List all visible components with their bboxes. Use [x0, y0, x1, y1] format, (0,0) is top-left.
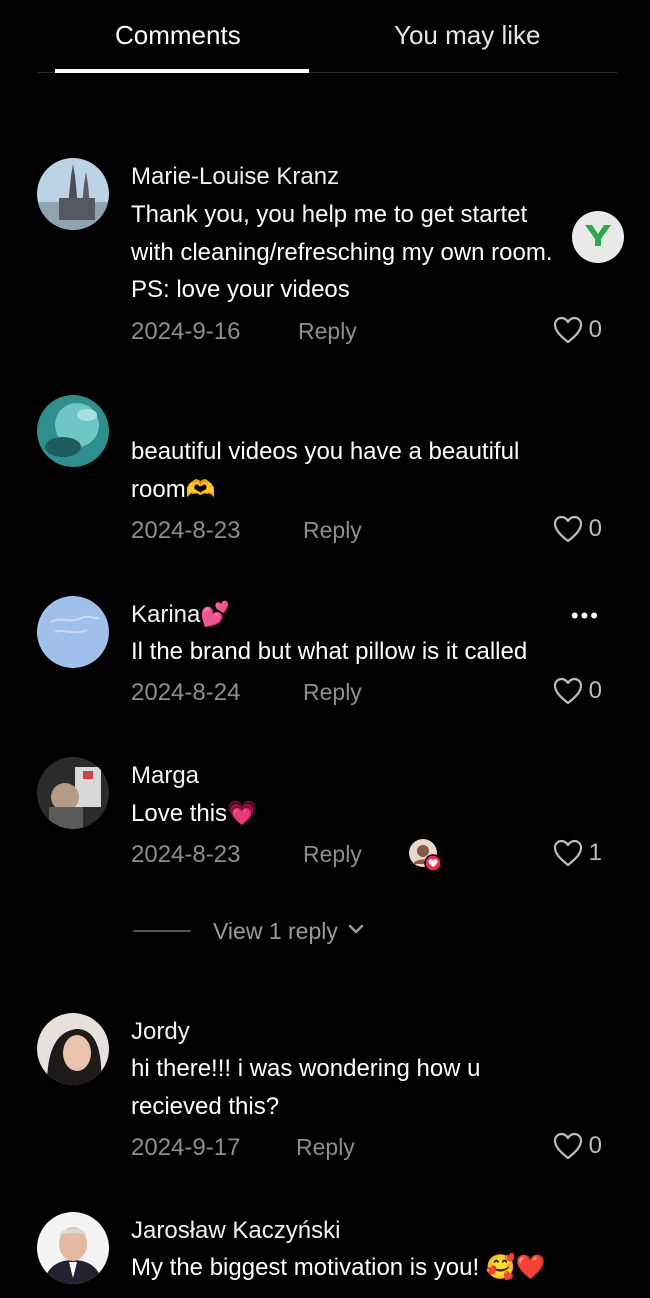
like-button[interactable]: 0	[553, 315, 602, 345]
avatar[interactable]	[37, 757, 109, 829]
comment-text: Il the brand but what pillow is it calle…	[131, 633, 601, 671]
like-button[interactable]: 0	[553, 514, 602, 544]
comment-date: 2024-8-23	[131, 517, 241, 544]
active-tab-indicator	[55, 69, 309, 73]
comment-date: 2024-8-24	[131, 679, 241, 706]
avatar[interactable]	[37, 596, 109, 668]
reply-button[interactable]: Reply	[303, 517, 362, 544]
heart-outline-icon	[553, 677, 583, 705]
comment-date: 2024-8-23	[131, 841, 241, 868]
comment-text-line: Love this💗	[131, 800, 257, 827]
comment-text-line: beautiful videos you have a beautiful	[131, 438, 520, 465]
comment-username[interactable]: Marie-Louise Kranz	[131, 163, 339, 191]
comment-text: hi there!!! i was wondering how u reciev…	[131, 1050, 601, 1125]
like-button[interactable]: 0	[553, 1131, 602, 1161]
avatar[interactable]	[37, 158, 109, 230]
comment-username[interactable]: Jarosław Kaczyński	[131, 1217, 340, 1245]
like-count: 0	[588, 316, 602, 343]
reply-button[interactable]: Reply	[303, 679, 362, 706]
comment-date: 2024-9-16	[131, 318, 241, 345]
like-button[interactable]: 0	[553, 676, 602, 706]
tab-you-may-like[interactable]: You may like	[394, 20, 540, 51]
reply-button[interactable]: Reply	[298, 318, 357, 345]
comment-username[interactable]: Karina💕	[131, 600, 230, 629]
heart-outline-icon	[553, 515, 583, 543]
like-button[interactable]: 1	[553, 838, 602, 868]
reply-button[interactable]: Reply	[296, 1134, 355, 1161]
comment-text-line: PS: love your videos	[131, 276, 350, 303]
avatar[interactable]	[37, 1013, 109, 1085]
tab-comments[interactable]: Comments	[115, 20, 241, 51]
floating-y-badge[interactable]	[572, 211, 624, 263]
comment-text: Love this💗	[131, 795, 601, 833]
more-options-button[interactable]: •••	[571, 603, 600, 629]
comment-date: 2024-9-17	[131, 1134, 241, 1161]
like-count: 0	[588, 1132, 602, 1159]
creator-liked-badge	[408, 838, 442, 872]
comment-text-line: My the biggest motivation is you! 🥰❤️	[131, 1254, 546, 1281]
like-count: 1	[588, 839, 602, 866]
heart-outline-icon	[553, 316, 583, 344]
comment-username[interactable]: Jordy	[131, 1018, 190, 1046]
avatar[interactable]	[37, 395, 109, 467]
chevron-down-icon	[348, 922, 364, 940]
view-replies-divider	[133, 930, 191, 932]
comment-text-line: Il the brand but what pillow is it calle…	[131, 638, 528, 665]
heart-outline-icon	[553, 839, 583, 867]
tab-bar: Comments You may like	[37, 0, 617, 73]
reply-button[interactable]: Reply	[303, 841, 362, 868]
comment-text: beautiful videos you have a beautiful ro…	[131, 433, 601, 508]
view-replies-label: View 1 reply	[213, 917, 338, 944]
comment-text-line: with cleaning/refresching my own room.	[131, 238, 553, 266]
comment-text: My the biggest motivation is you! 🥰❤️	[131, 1249, 601, 1287]
y-logo-icon	[583, 222, 613, 253]
comment-text-line: hi there!!! i was wondering how u	[131, 1055, 481, 1082]
comment-text-line: recieved this?	[131, 1092, 280, 1120]
avatar[interactable]	[37, 1212, 109, 1284]
view-replies-button[interactable]: View 1 reply	[133, 915, 364, 947]
like-count: 0	[588, 677, 602, 704]
comment-text-line: Thank you, you help me to get startet	[131, 201, 528, 228]
comment-username[interactable]: Marga	[131, 762, 199, 790]
comment-text-line: room🫶	[131, 475, 216, 503]
like-count: 0	[588, 515, 602, 542]
heart-outline-icon	[553, 1132, 583, 1160]
comment-text: Thank you, you help me to get startet wi…	[131, 196, 601, 309]
